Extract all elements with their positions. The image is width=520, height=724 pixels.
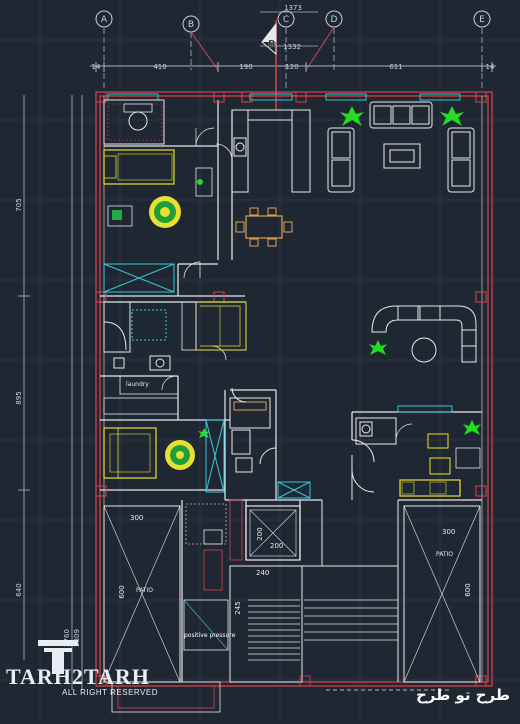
staircase: 240 245	[229, 500, 399, 683]
plan-canvas: A B C D E 1373 1332 14 410 190 120 611 1…	[0, 0, 520, 720]
patio-left-height: 600	[118, 585, 126, 598]
stair-height: 245	[234, 601, 242, 614]
patio-left-label: PATIO	[136, 587, 153, 594]
door-swings-upper	[183, 143, 233, 361]
dim-overall: 1373	[284, 4, 302, 12]
dim-seg-2: 410	[153, 63, 166, 71]
bedroom-top	[103, 127, 218, 228]
exterior-walls	[95, 91, 493, 687]
dim-seg-1: 14	[92, 63, 101, 71]
watermark-tagline: ALL RIGHT RESERVED	[62, 688, 158, 697]
axis-e-label: E	[479, 15, 485, 25]
dim-seg-5: 611	[389, 63, 402, 71]
bathroom-top-left	[103, 99, 165, 145]
dim-seg-6: 14	[486, 63, 495, 71]
floor-plan-drawing: A B C D E 1373 1332 14 410 190 120 611 1…	[0, 0, 520, 720]
dining-table	[235, 207, 293, 247]
patio-right-label: PATIO	[436, 551, 453, 558]
closet-left	[103, 263, 175, 293]
axis-c-label: C	[283, 15, 289, 25]
stair-landing	[181, 301, 247, 351]
patio-right-width: 300	[442, 528, 455, 536]
dim-seg-4: 120	[285, 63, 298, 71]
dim-left-895: 895	[15, 391, 23, 404]
patio-right-height: 600	[464, 583, 472, 596]
positive-pressure-zone: positive pressure	[183, 499, 243, 651]
bathroom-center	[229, 387, 277, 473]
left-dimensions: 705 895 640 2760 2809	[15, 95, 83, 690]
laundry-label: laundry	[126, 381, 149, 388]
dim-seg-3: 190	[239, 63, 252, 71]
axis-b-label: B	[188, 20, 194, 30]
kitchen	[231, 109, 311, 193]
patio-left-width: 300	[130, 514, 143, 522]
shaft-width: 200	[270, 542, 283, 550]
dim-inner: 1332	[283, 43, 301, 51]
watermark-persian-text: طرح تو طرح	[415, 686, 510, 704]
column-markers	[95, 91, 487, 687]
watermark-logo: TARH2TARH ALL RIGHT RESERVED	[6, 636, 196, 697]
watermark-brand: TARH2TARH	[6, 664, 150, 689]
laundry-room: laundry	[103, 375, 179, 415]
closet-middle	[205, 419, 311, 499]
shaft-height: 200	[256, 527, 264, 540]
stair-width: 240	[256, 569, 269, 577]
dim-left-705: 705	[15, 198, 23, 211]
windows-top	[107, 93, 461, 101]
axis-a-label: A	[101, 15, 108, 25]
axis-d-label: D	[331, 15, 338, 25]
bedroom-right	[395, 423, 481, 497]
section-marker-label: B	[268, 39, 276, 50]
curved-sectional-sofa	[371, 305, 477, 363]
bedroom-lower	[103, 427, 195, 479]
patio-right: 300 600 PATIO	[403, 505, 481, 683]
interior-walls	[100, 100, 482, 682]
shaft: 200 200	[245, 505, 301, 561]
dim-left-640: 640	[15, 583, 23, 596]
